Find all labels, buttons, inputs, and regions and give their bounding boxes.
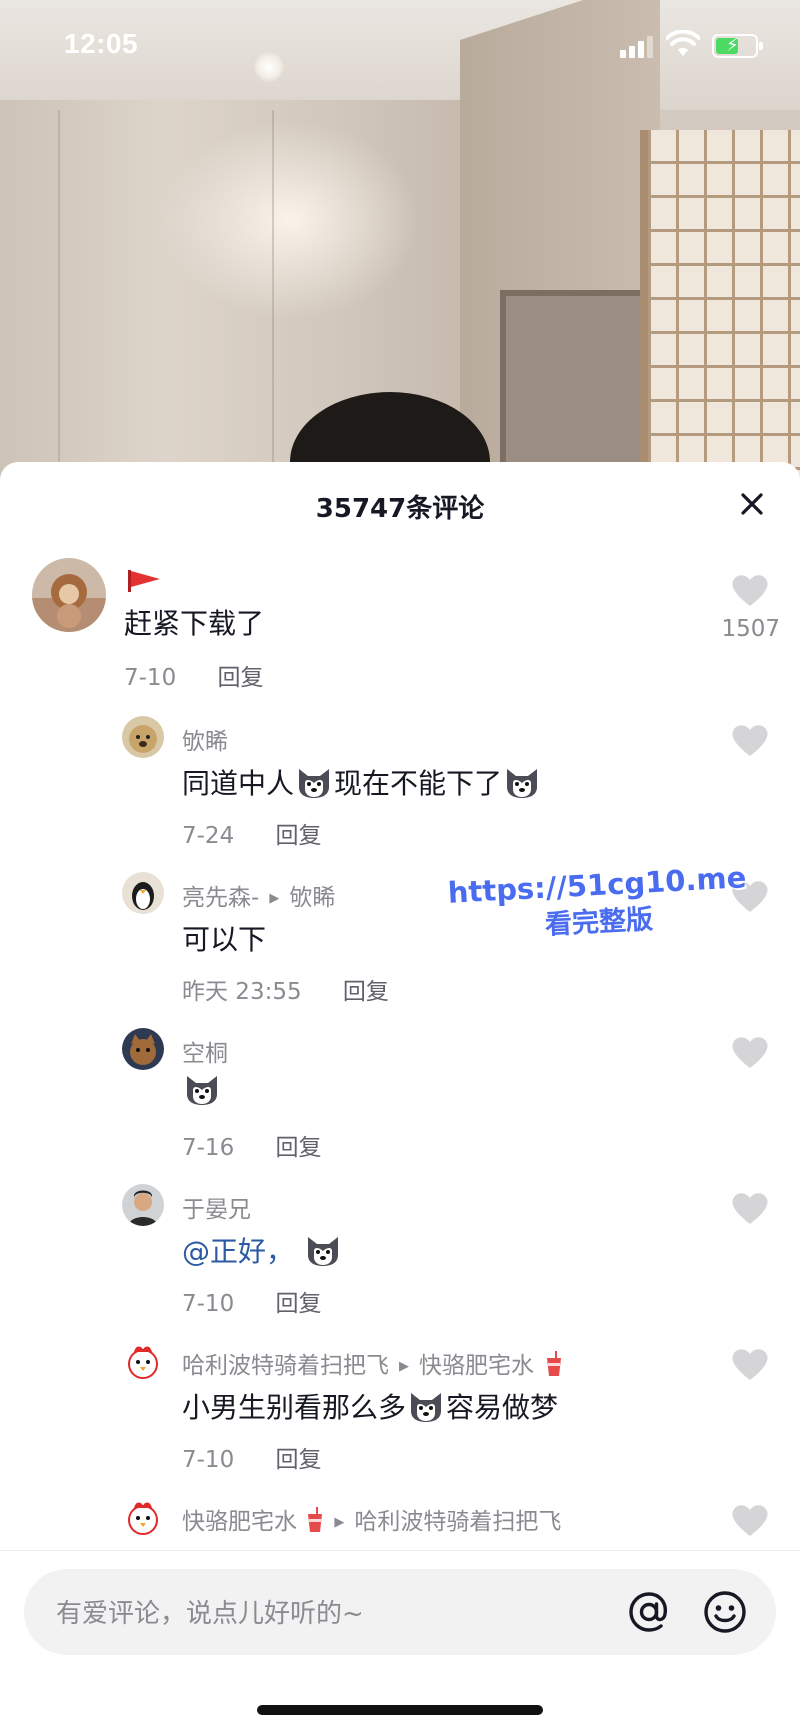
- smiley-icon[interactable]: [702, 1589, 748, 1635]
- status-bar: 12:05 ⚡: [0, 0, 800, 92]
- reply-button[interactable]: 回复: [276, 823, 322, 849]
- at-icon[interactable]: [626, 1589, 672, 1635]
- penguin-avatar[interactable]: [122, 872, 164, 914]
- comment-text: 可以下: [182, 923, 267, 956]
- reply-author[interactable]: 亮先森-: [182, 885, 259, 911]
- comment-date: 7-24: [182, 823, 235, 849]
- comment-username[interactable]: 欨睎: [182, 722, 228, 756]
- comment-username[interactable]: 哈利波特骑着扫把飞 ▶ 快骆肥宅水: [182, 1346, 563, 1380]
- shoji-screen: [640, 130, 800, 480]
- reply-button[interactable]: 回复: [218, 665, 264, 691]
- husky-emoji: [307, 1237, 338, 1266]
- red-flag-icon: [128, 570, 160, 592]
- doorway: [500, 290, 650, 480]
- comment-text: [182, 1074, 222, 1107]
- comment-username[interactable]: 于晏兄: [182, 1190, 251, 1224]
- like-heart-icon[interactable]: [730, 722, 770, 758]
- like-heart-icon[interactable]: [730, 1190, 770, 1226]
- comment-date: 7-10: [124, 665, 177, 691]
- husky-emoji: [299, 769, 330, 798]
- reply-arrow-icon: ▶: [399, 1359, 409, 1374]
- comment-item: 赶紧下载了 7-10 回复 1507: [0, 558, 800, 698]
- comment-sheet: 35747条评论 赶紧下载了 7-10 回复 1507 欨睎 同道中人 现在不能…: [0, 462, 800, 1731]
- like-heart-icon[interactable]: [730, 572, 770, 608]
- comment-text: @正好，: [182, 1230, 343, 1270]
- signal-icon: [620, 34, 656, 58]
- wall-light-glow: [160, 120, 420, 320]
- reply-item: 哈利波特骑着扫把飞 ▶ 快骆肥宅水 小男生别看那么多 容易做梦 7-10 回复: [0, 1340, 800, 1480]
- comment-date: 7-10: [182, 1291, 235, 1317]
- comment-input-bar: 有爱评论，说点儿好听的~: [0, 1550, 800, 1731]
- reply-target[interactable]: 哈利波特骑着扫把飞: [354, 1509, 561, 1535]
- comment-text: 同道中人 现在不能下了: [182, 762, 542, 802]
- reply-target[interactable]: 快骆肥宅水: [419, 1353, 534, 1379]
- comment-meta: 7-16 回复: [182, 1128, 322, 1162]
- comment-meta: 7-24 回复: [182, 816, 322, 850]
- close-button[interactable]: [734, 486, 770, 522]
- reply-author[interactable]: 快骆肥宅水: [182, 1509, 297, 1535]
- input-placeholder: 有爱评论，说点儿好听的~: [56, 1599, 364, 1629]
- comment-text-part: 容易做梦: [446, 1391, 559, 1424]
- comment-text-part: 小男生别看那么多: [182, 1391, 407, 1424]
- comment-text-part: 现在不能下了: [334, 767, 503, 800]
- cat-avatar[interactable]: [122, 1028, 164, 1070]
- mention-link[interactable]: @正好，: [182, 1235, 294, 1268]
- wifi-icon: [666, 30, 700, 56]
- reply-arrow-icon: ▶: [269, 891, 280, 906]
- husky-emoji: [411, 1393, 442, 1422]
- comment-text: 小男生别看那么多 容易做梦: [182, 1386, 558, 1426]
- dog-avatar[interactable]: [122, 716, 164, 758]
- comment-text: 赶紧下载了: [124, 607, 265, 640]
- comment-date: 7-16: [182, 1135, 235, 1161]
- wall-seam: [272, 110, 274, 480]
- husky-emoji: [507, 769, 538, 798]
- reply-button[interactable]: 回复: [276, 1291, 322, 1317]
- reply-item: 于晏兄 @正好， 7-10 回复: [0, 1184, 800, 1324]
- comment-meta: 7-10 回复: [182, 1440, 322, 1474]
- comment-date: 昨天 23:55: [182, 979, 302, 1005]
- comment-input[interactable]: 有爱评论，说点儿好听的~: [24, 1569, 776, 1655]
- comment-text-part: 同道中人: [182, 767, 295, 800]
- comment-meta: 7-10 回复: [124, 658, 264, 692]
- like-count: 1507: [721, 616, 780, 642]
- charging-bolt-icon: ⚡: [726, 35, 739, 56]
- reply-button[interactable]: 回复: [276, 1447, 322, 1473]
- comment-count-title: 35747条评论: [315, 494, 485, 524]
- man-avatar[interactable]: [122, 1184, 164, 1226]
- soda-cup-emoji: [547, 1351, 562, 1376]
- reply-target[interactable]: 欨睎: [289, 885, 335, 911]
- reply-item: 空桐 7-16 回复: [0, 1028, 800, 1168]
- like-heart-icon[interactable]: [730, 1034, 770, 1070]
- comment-date: 7-10: [182, 1447, 235, 1473]
- lion-avatar[interactable]: [32, 558, 106, 632]
- battery-charging-icon: ⚡: [712, 34, 763, 58]
- reply-item: 欨睎 同道中人 现在不能下了 7-24 回复: [0, 716, 800, 856]
- reply-arrow-icon: ▶: [334, 1515, 345, 1530]
- like-heart-icon[interactable]: [730, 1346, 770, 1382]
- comment-meta: 昨天 23:55 回复: [182, 972, 389, 1006]
- soda-cup-emoji: [308, 1507, 323, 1532]
- reply-button[interactable]: 回复: [343, 979, 389, 1005]
- home-indicator[interactable]: [257, 1705, 543, 1715]
- status-time: 12:05: [64, 28, 139, 59]
- sheet-header: 35747条评论: [0, 462, 800, 546]
- like-heart-icon[interactable]: [730, 1502, 770, 1538]
- comment-username[interactable]: 快骆肥宅水 ▶ 哈利波特骑着扫把飞: [182, 1502, 561, 1536]
- comment-username[interactable]: 空桐: [182, 1034, 228, 1068]
- husky-emoji: [187, 1076, 217, 1105]
- close-icon: [741, 493, 763, 515]
- wall-seam: [58, 110, 60, 480]
- comment-list[interactable]: 赶紧下载了 7-10 回复 1507 欨睎 同道中人 现在不能下了 7-24 回…: [0, 558, 800, 1598]
- comment-username[interactable]: 亮先森- ▶ 欨睎: [182, 878, 335, 912]
- reply-author[interactable]: 哈利波特骑着扫把飞: [182, 1353, 389, 1379]
- rooster-avatar[interactable]: [122, 1340, 164, 1382]
- rooster-avatar[interactable]: [122, 1496, 164, 1538]
- reply-button[interactable]: 回复: [276, 1135, 322, 1161]
- comment-meta: 7-10 回复: [182, 1284, 322, 1318]
